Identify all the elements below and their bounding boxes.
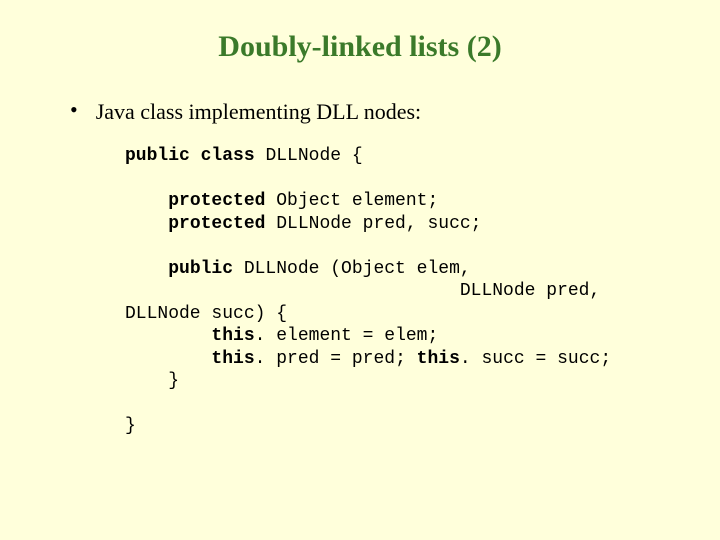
code-l3: DLLNode pred, succ; — [265, 214, 481, 234]
bullet-text: Java class implementing DLL nodes: — [96, 99, 421, 125]
code-l8b: . pred = pred; — [255, 349, 417, 369]
code-l1: DLLNode { — [255, 146, 363, 166]
kw-class: class — [201, 146, 255, 166]
code-l7b: . element = elem; — [255, 326, 439, 346]
code-l7a — [125, 326, 211, 346]
code-l8a — [125, 349, 211, 369]
code-l2: Object element; — [265, 191, 438, 211]
bullet-row: • Java class implementing DLL nodes: — [70, 99, 680, 125]
code-l10: } — [125, 416, 136, 436]
code-l5: DLLNode pred, — [125, 281, 600, 301]
code-l9: } — [125, 371, 179, 391]
kw-public-2: public — [168, 259, 233, 279]
kw-protected-2: protected — [168, 214, 265, 234]
bullet-marker: • — [70, 99, 78, 121]
kw-this-2: this — [211, 349, 254, 369]
slide-container: Doubly-linked lists (2) • Java class imp… — [0, 0, 720, 540]
slide-title: Doubly-linked lists (2) — [40, 30, 680, 64]
code-l6: DLLNode succ) { — [125, 304, 287, 324]
kw-this-1: this — [211, 326, 254, 346]
code-l8c: . succ = succ; — [460, 349, 611, 369]
kw-public: public — [125, 146, 190, 166]
code-block: public class DLLNode { protected Object … — [125, 145, 680, 438]
kw-this-3: this — [417, 349, 460, 369]
code-l4: DLLNode (Object elem, — [233, 259, 471, 279]
kw-protected-1: protected — [168, 191, 265, 211]
